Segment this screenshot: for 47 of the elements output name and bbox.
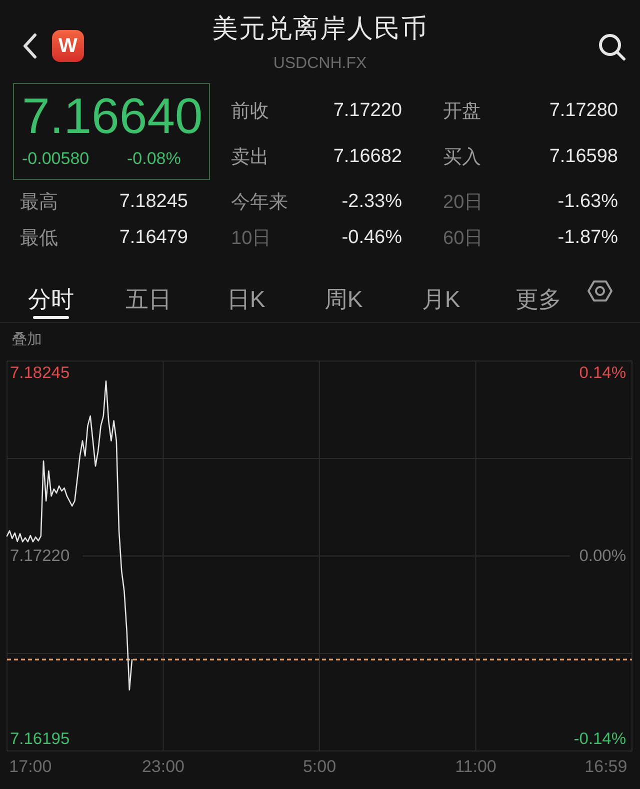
stat-label: 最低 bbox=[20, 227, 58, 251]
stat-label: 60日 bbox=[443, 227, 484, 251]
field-value: 7.17220 bbox=[333, 100, 402, 122]
chart-tab[interactable]: 日K bbox=[210, 262, 282, 322]
stat-value: -1.63% bbox=[558, 191, 618, 213]
stat-value: -1.87% bbox=[558, 227, 618, 249]
time-axis-label: 17:00 bbox=[9, 757, 52, 776]
stat-label: 今年来 bbox=[231, 191, 288, 215]
field-label: 卖出 bbox=[231, 146, 269, 170]
percent-axis-label: 0.00% bbox=[579, 547, 626, 565]
time-axis-label: 11:00 bbox=[455, 757, 496, 776]
stat-value: 7.16479 bbox=[119, 227, 188, 249]
price-axis-label: 7.17220 bbox=[10, 547, 70, 565]
chart-tab[interactable]: 分时 bbox=[15, 262, 87, 322]
price-axis-label: 7.18245 bbox=[10, 364, 70, 382]
search-icon[interactable] bbox=[598, 33, 626, 61]
chart-tab[interactable]: 周K bbox=[308, 262, 380, 322]
stat-label: 10日 bbox=[231, 227, 272, 251]
overlay-option[interactable]: 叠加 bbox=[12, 330, 42, 350]
app-logo[interactable]: W bbox=[52, 30, 84, 62]
field-label: 开盘 bbox=[443, 100, 481, 124]
price-change: -0.00580 bbox=[22, 148, 90, 170]
stat-value: 7.18245 bbox=[119, 191, 188, 213]
stat-value: -2.33% bbox=[342, 191, 402, 213]
percent-axis-label: 0.14% bbox=[579, 364, 626, 382]
settings-icon[interactable] bbox=[587, 278, 613, 304]
time-axis-label: 23:00 bbox=[142, 757, 185, 776]
time-axis-label: 16:59 bbox=[584, 757, 628, 776]
stat-label: 20日 bbox=[443, 191, 484, 215]
change-percent: -0.08% bbox=[127, 148, 181, 170]
chart-tab[interactable]: 更多 bbox=[502, 262, 574, 322]
field-value: 7.17280 bbox=[549, 100, 618, 122]
last-price: 7.16640 bbox=[22, 90, 203, 142]
field-value: 7.16598 bbox=[549, 146, 618, 168]
chart-tab[interactable]: 五日 bbox=[112, 262, 184, 322]
percent-axis-label: -0.14% bbox=[574, 730, 626, 748]
back-icon[interactable] bbox=[22, 33, 38, 59]
chart-tab[interactable]: 月K bbox=[405, 262, 477, 322]
field-label: 前收 bbox=[231, 100, 269, 124]
stat-label: 最高 bbox=[20, 191, 58, 215]
stat-value: -0.46% bbox=[342, 227, 402, 249]
symbol-code: USDCNH.FX bbox=[273, 54, 367, 74]
field-label: 买入 bbox=[443, 146, 481, 170]
price-axis-label: 7.16195 bbox=[10, 730, 70, 748]
time-axis-label: 5:00 bbox=[302, 757, 336, 776]
field-value: 7.16682 bbox=[333, 146, 402, 168]
page-title: 美元兑离岸人民币 bbox=[212, 12, 428, 44]
